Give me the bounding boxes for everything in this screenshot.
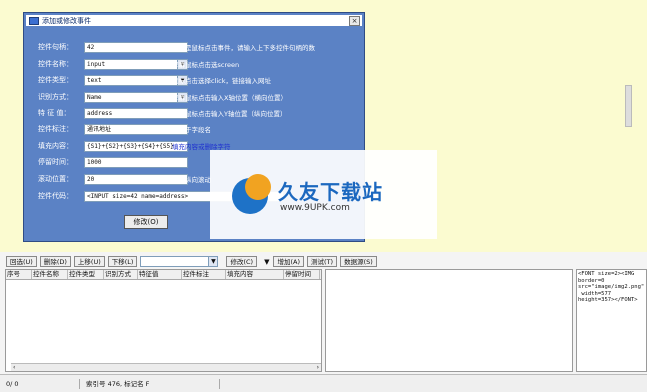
toolbar-button[interactable]: 回选(U) — [6, 256, 37, 267]
field-description: 如果是鼠标点击事件，请输入上下多控件句柄的数 — [172, 44, 315, 52]
modify-button[interactable]: 修改(O) — [124, 215, 168, 229]
field-value: input — [87, 60, 106, 68]
field-label: 停留时间： — [38, 158, 73, 166]
logo-accent-icon — [245, 174, 271, 200]
dialog-titlebar: 添加或修改事件 × — [26, 15, 362, 26]
code-pane: <FONT size=2><IMG border=0 src="image/im… — [576, 269, 647, 372]
watermark-logo: 久友下载站 www.9UPK.com — [210, 150, 437, 239]
toolbar-button[interactable]: 数据源(S) — [340, 256, 377, 267]
field-label: 控件句柄： — [38, 43, 73, 51]
form-row: 控件名称： input ▼ 屏幕鼠标点击选screen — [38, 58, 239, 70]
form-row: 滚动位置： 20 网页纵向滚动 — [38, 173, 211, 185]
chevron-down-icon[interactable]: ▼ — [208, 257, 218, 266]
column-header[interactable]: 填充内容 — [226, 270, 284, 279]
form-row: 填充内容： {S1}+{S2}+{S3}+{S4}+{S5} 填充内容或删除字符 — [38, 140, 231, 152]
field-value: <INPUT size=42 name=address> — [87, 192, 189, 200]
field-label: 控件类型： — [38, 76, 73, 84]
horizontal-scrollbar[interactable]: ‹ › — [11, 363, 321, 371]
column-header[interactable]: 序号 — [6, 270, 32, 279]
form-row: 识别方式： Name ▼ 屏幕鼠标点击输入X轴位置（横向位置） — [38, 91, 287, 103]
field-value: text — [87, 76, 102, 84]
scroll-left-icon[interactable]: ‹ — [13, 364, 15, 371]
toolbar-button[interactable]: 删除(D) — [39, 256, 71, 267]
field-label: 控件名称： — [38, 60, 73, 68]
column-header[interactable]: 特征值 — [138, 270, 182, 279]
status-bar: 0/ 0 索引号 476, 标记名 F — [0, 374, 647, 392]
field-description: 屏幕鼠标点击选screen — [172, 61, 240, 69]
form-row: 控件代码： <INPUT size=42 name=address> — [38, 190, 284, 202]
column-header[interactable]: 控件标注 — [182, 270, 226, 279]
table-header: 序号 控件名称 控件类型 识别方式 特征值 控件标注 填充内容 停留时间 — [6, 270, 321, 280]
toolbar-button[interactable]: 下移(L) — [107, 256, 138, 267]
field-value: 42 — [87, 43, 95, 51]
app-icon — [29, 16, 39, 25]
toolbar: 回选(U) 删除(D) 上移(U) 下移(L) ▼ 修改(C) ▼ 增加(A) 测试(T… — [0, 255, 647, 268]
form-row: 控件标注： 通讯地址 类似于字段名 — [38, 123, 211, 135]
watermark-title: 久友下载站 — [278, 180, 383, 204]
events-table: 序号 控件名称 控件类型 识别方式 特征值 控件标注 填充内容 停留时间 ‹ › — [5, 269, 322, 372]
field-label: 填充内容： — [38, 142, 73, 150]
field-description: 鼠标点击选择click，链接输入网址 — [172, 77, 272, 85]
field-label: 识别方式： — [38, 93, 73, 101]
status-position: 0/ 0 — [0, 378, 80, 389]
close-icon[interactable]: × — [349, 16, 360, 26]
dialog-title: 添加或修改事件 — [42, 16, 91, 25]
preview-pane — [325, 269, 573, 372]
field-description: 屏幕鼠标点击输入Y轴位置（纵向位置） — [172, 110, 287, 118]
column-header[interactable]: 停留时间 — [284, 270, 320, 279]
field-value: 1000 — [87, 158, 102, 166]
toolbar-button[interactable]: 测试(T) — [307, 256, 338, 267]
field-label: 滚动位置： — [38, 175, 73, 183]
status-index: 索引号 476, 标记名 F — [80, 378, 220, 389]
toolbar-button[interactable]: 修改(C) — [226, 256, 258, 267]
watermark-url: www.9UPK.com — [280, 203, 350, 213]
form-row: 特 征 值： address 屏幕鼠标点击输入Y轴位置（纵向位置） — [38, 107, 286, 119]
scroll-right-icon[interactable]: › — [317, 364, 319, 371]
field-value: Name — [87, 93, 102, 101]
toolbar-button[interactable]: 增加(A) — [273, 256, 305, 267]
field-label: 控件代码： — [38, 192, 73, 200]
column-header[interactable]: 控件类型 — [68, 270, 104, 279]
event-combo[interactable]: ▼ — [140, 256, 219, 267]
column-header[interactable]: 识别方式 — [104, 270, 138, 279]
field-value: address — [87, 109, 113, 117]
field-description: 屏幕鼠标点击输入X轴位置（横向位置） — [172, 94, 287, 102]
form-row: 控件句柄： 42 如果是鼠标点击事件，请输入上下多控件句柄的数 — [38, 41, 315, 53]
scrollbar[interactable] — [625, 85, 632, 127]
field-description: 类似于字段名 — [172, 126, 211, 134]
toolbar-button[interactable]: 上移(U) — [73, 256, 105, 267]
dropdown-triangle-icon[interactable]: ▼ — [264, 258, 269, 266]
column-header[interactable]: 控件名称 — [32, 270, 68, 279]
field-value: 通讯地址 — [87, 125, 112, 133]
field-label: 控件标注： — [38, 125, 73, 133]
field-value: {S1}+{S2}+{S3}+{S4}+{S5} — [87, 142, 174, 150]
form-row: 停留时间： 1000 毫秒 — [38, 156, 188, 168]
field-value: 20 — [87, 175, 95, 183]
field-label: 特 征 值： — [38, 109, 71, 117]
form-row: 控件类型： text ▼ 鼠标点击选择click，链接输入网址 — [38, 74, 271, 86]
